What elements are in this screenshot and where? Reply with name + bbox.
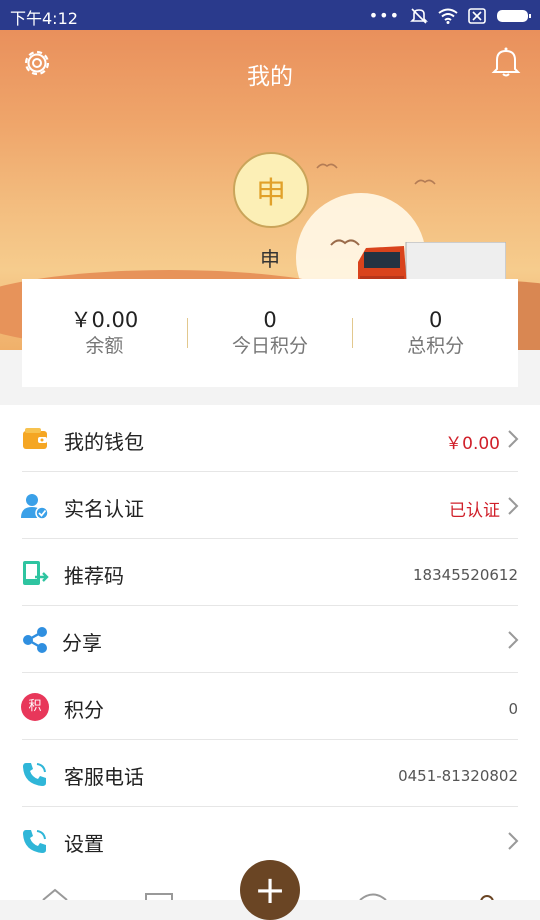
verification-status: 已认证 — [449, 501, 500, 521]
add-fab-button[interactable]: + — [240, 860, 300, 920]
menu-item-points[interactable]: 积 积分 0 — [0, 673, 540, 740]
share-icon — [23, 627, 47, 653]
chevron-right-icon — [508, 430, 519, 448]
page-title: 我的 — [247, 64, 293, 90]
menu-item-label: 积分 — [64, 698, 104, 722]
wifi-icon — [438, 8, 458, 24]
menu-item-label: 设置 — [64, 832, 104, 856]
stat-value: 0 — [428, 308, 443, 332]
stat-total-points[interactable]: 0 总积分 — [353, 307, 518, 359]
sim-icon — [468, 7, 486, 24]
wallet-icon — [23, 428, 47, 449]
stats-card: ￥0.00 余额 0 今日积分 0 总积分 — [22, 279, 518, 387]
stat-balance[interactable]: ￥0.00 余额 — [22, 307, 187, 359]
bird-icon — [316, 163, 338, 169]
orders-tab-icon[interactable] — [144, 893, 174, 900]
dots-icon: ••• — [368, 6, 400, 25]
wallet-balance-value: ￥0.00 — [445, 434, 500, 454]
menu-item-referral-code[interactable]: 推荐码 18345520612 — [0, 539, 540, 606]
stat-label: 余额 — [85, 335, 124, 357]
bird-icon — [414, 179, 436, 185]
chevron-right-icon — [508, 631, 519, 649]
chevron-right-icon — [508, 832, 519, 850]
menu-item-label: 分享 — [62, 631, 102, 655]
stat-value: ￥0.00 — [70, 308, 139, 332]
menu-item-wallet[interactable]: 我的钱包 ￥0.00 — [0, 405, 540, 472]
referral-code-value: 18345520612 — [413, 566, 518, 584]
bell-icon[interactable] — [489, 45, 523, 79]
avatar-text: 申 — [256, 176, 286, 211]
stat-value: 0 — [263, 308, 277, 332]
phone-icon — [23, 763, 46, 786]
battery-icon — [497, 9, 531, 22]
points-icon: 积 — [21, 693, 49, 721]
menu-item-label: 推荐码 — [64, 564, 124, 588]
user-name: 申 — [260, 247, 280, 271]
chevron-right-icon — [508, 497, 519, 515]
stat-label: 今日积分 — [232, 335, 309, 357]
status-icons: ••• — [369, 6, 532, 25]
menu-item-label: 我的钱包 — [64, 430, 144, 454]
status-bar: 下午4:12 ••• — [0, 0, 540, 30]
customer-service-phone: 0451-81320802 — [398, 767, 518, 785]
mute-icon — [410, 7, 428, 24]
settings-phone-icon — [23, 830, 46, 853]
menu-item-label: 实名认证 — [64, 497, 144, 521]
menu-list: 我的钱包 ￥0.00 实名认证 已认证 推荐码 18345520612 分享 积… — [0, 405, 540, 900]
gear-icon[interactable] — [20, 46, 54, 80]
status-time: 下午4:12 — [10, 9, 78, 28]
stat-label: 总积分 — [407, 335, 465, 357]
points-value: 0 — [508, 700, 518, 718]
message-tab-icon[interactable] — [358, 893, 388, 900]
menu-item-verification[interactable]: 实名认证 已认证 — [0, 472, 540, 539]
profile-tab-icon[interactable] — [472, 893, 502, 900]
home-tab-icon[interactable] — [40, 888, 70, 900]
menu-item-label: 客服电话 — [64, 765, 144, 789]
avatar[interactable]: 申 — [233, 152, 309, 228]
verify-user-icon — [21, 494, 49, 520]
plus-icon: + — [254, 868, 286, 912]
points-badge-text: 积 — [28, 699, 42, 714]
stat-today-points[interactable]: 0 今日积分 — [188, 307, 353, 359]
menu-item-share[interactable]: 分享 — [0, 606, 540, 673]
menu-item-customer-service[interactable]: 客服电话 0451-81320802 — [0, 740, 540, 807]
referral-icon — [23, 561, 49, 585]
